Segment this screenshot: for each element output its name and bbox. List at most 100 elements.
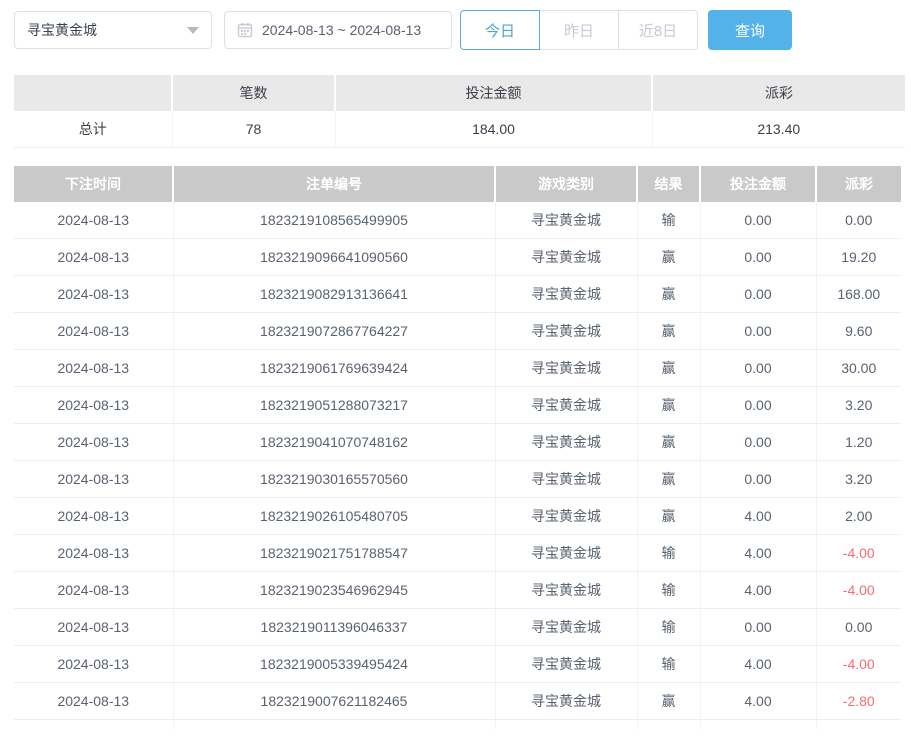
summary-header-payout: 派彩	[652, 75, 905, 111]
bet-amount-cell: 0.00	[700, 461, 816, 498]
order-id-cell: 1823219096641090560	[173, 239, 495, 276]
game-type-cell: 寻宝黄金城	[495, 572, 637, 609]
record-row: 2024-08-13 1823219005339495424 寻宝黄金城 输 4…	[14, 646, 901, 683]
records-table: 下注时间 注单编号 游戏类别 结果 投注金额 派彩 2024-08-13 182…	[14, 166, 901, 729]
payout-cell: 30.00	[816, 350, 901, 387]
game-type-cell: 寻宝黄金城	[495, 535, 637, 572]
records-header-row: 下注时间 注单编号 游戏类别 结果 投注金额 派彩	[14, 166, 901, 202]
payout-cell: 9.60	[816, 313, 901, 350]
bet-date-cell: 2024-08-13	[14, 646, 173, 683]
record-row: 2024-08-13 1823219082913136641 寻宝黄金城 赢 0…	[14, 276, 901, 313]
bet-amount-cell: 4.00	[700, 535, 816, 572]
result-cell: 赢	[637, 313, 700, 350]
order-id-cell: 1823219021751788547	[173, 535, 495, 572]
bet-amount-cell: 0.00	[700, 313, 816, 350]
summary-count-value: 78	[172, 111, 335, 147]
payout-cell: 3.20	[816, 387, 901, 424]
calendar-icon	[237, 22, 253, 38]
bet-amount-cell: 4.00	[700, 683, 816, 720]
summary-header-row: 笔数 投注金额 派彩	[14, 75, 905, 111]
summary-total-label: 总计	[14, 111, 172, 147]
game-type-cell: 寻宝黄金城	[495, 202, 637, 239]
summary-header-blank	[14, 75, 172, 111]
next-row-sliver	[14, 720, 901, 729]
result-cell: 赢	[637, 387, 700, 424]
toolbar: 寻宝黄金城 2024-08-13 ~ 2024-08-13 今日 昨日 近8日 …	[0, 0, 911, 50]
summary-bet-amount-value: 184.00	[335, 111, 652, 147]
bet-amount-cell: 0.00	[700, 239, 816, 276]
payout-cell: -2.80	[816, 683, 901, 720]
order-id-cell: 1823219108565499905	[173, 202, 495, 239]
bet-amount-cell: 4.00	[700, 646, 816, 683]
result-cell: 赢	[637, 276, 700, 313]
query-button[interactable]: 查询	[708, 10, 792, 50]
payout-cell: 0.00	[816, 202, 901, 239]
bet-date-cell: 2024-08-13	[14, 313, 173, 350]
result-cell: 输	[637, 646, 700, 683]
order-id-cell: 1823219007621182465	[173, 683, 495, 720]
bet-amount-cell: 0.00	[700, 424, 816, 461]
game-type-cell: 寻宝黄金城	[495, 609, 637, 646]
header-bet-time: 下注时间	[14, 166, 173, 202]
payout-cell: -4.00	[816, 572, 901, 609]
header-order-id: 注单编号	[173, 166, 495, 202]
bet-date-cell: 2024-08-13	[14, 461, 173, 498]
header-result: 结果	[637, 166, 700, 202]
game-type-cell: 寻宝黄金城	[495, 239, 637, 276]
bet-amount-cell: 0.00	[700, 202, 816, 239]
order-id-cell: 1823219082913136641	[173, 276, 495, 313]
bet-date-cell: 2024-08-13	[14, 683, 173, 720]
result-cell: 输	[637, 572, 700, 609]
order-id-cell: 1823219061769639424	[173, 350, 495, 387]
summary-payout-value: 213.40	[652, 111, 905, 147]
bet-date-cell: 2024-08-13	[14, 535, 173, 572]
game-type-cell: 寻宝黄金城	[495, 646, 637, 683]
game-type-cell: 寻宝黄金城	[495, 461, 637, 498]
header-payout: 派彩	[816, 166, 901, 202]
bet-date-cell: 2024-08-13	[14, 350, 173, 387]
bet-date-cell: 2024-08-13	[14, 276, 173, 313]
game-select-value: 寻宝黄金城	[27, 20, 97, 40]
result-cell: 赢	[637, 461, 700, 498]
payout-cell: 2.00	[816, 498, 901, 535]
payout-cell: 168.00	[816, 276, 901, 313]
result-cell: 输	[637, 535, 700, 572]
game-type-cell: 寻宝黄金城	[495, 276, 637, 313]
bet-amount-cell: 4.00	[700, 572, 816, 609]
payout-cell: 1.20	[816, 424, 901, 461]
record-row: 2024-08-13 1823219023546962945 寻宝黄金城 输 4…	[14, 572, 901, 609]
order-id-cell: 1823219072867764227	[173, 313, 495, 350]
result-cell: 赢	[637, 350, 700, 387]
payout-cell: 19.20	[816, 239, 901, 276]
bet-date-cell: 2024-08-13	[14, 424, 173, 461]
today-button[interactable]: 今日	[460, 10, 540, 50]
order-id-cell: 1823219023546962945	[173, 572, 495, 609]
game-select[interactable]: 寻宝黄金城	[14, 11, 212, 49]
bet-date-cell: 2024-08-13	[14, 609, 173, 646]
bet-date-cell: 2024-08-13	[14, 387, 173, 424]
game-type-cell: 寻宝黄金城	[495, 498, 637, 535]
order-id-cell: 1823219030165570560	[173, 461, 495, 498]
date-range-value: 2024-08-13 ~ 2024-08-13	[262, 22, 421, 38]
header-game-type: 游戏类别	[495, 166, 637, 202]
payout-cell: -4.00	[816, 646, 901, 683]
record-row: 2024-08-13 1823219030165570560 寻宝黄金城 赢 0…	[14, 461, 901, 498]
bet-amount-cell: 0.00	[700, 609, 816, 646]
yesterday-button[interactable]: 昨日	[539, 10, 619, 50]
summary-header-bet-amount: 投注金额	[335, 75, 652, 111]
record-row: 2024-08-13 1823219072867764227 寻宝黄金城 赢 0…	[14, 313, 901, 350]
summary-table: 笔数 投注金额 派彩 总计 78 184.00 213.40	[14, 75, 905, 148]
game-type-cell: 寻宝黄金城	[495, 313, 637, 350]
payout-cell: 3.20	[816, 461, 901, 498]
result-cell: 输	[637, 202, 700, 239]
result-cell: 赢	[637, 498, 700, 535]
game-type-cell: 寻宝黄金城	[495, 683, 637, 720]
quick-range-group: 今日 昨日 近8日	[460, 10, 698, 50]
header-bet-amount: 投注金额	[700, 166, 816, 202]
result-cell: 输	[637, 609, 700, 646]
date-range-input[interactable]: 2024-08-13 ~ 2024-08-13	[224, 11, 452, 49]
last-8-days-button[interactable]: 近8日	[618, 10, 698, 50]
summary-total-row: 总计 78 184.00 213.40	[14, 111, 905, 147]
bet-date-cell: 2024-08-13	[14, 239, 173, 276]
chevron-down-icon	[187, 27, 199, 34]
